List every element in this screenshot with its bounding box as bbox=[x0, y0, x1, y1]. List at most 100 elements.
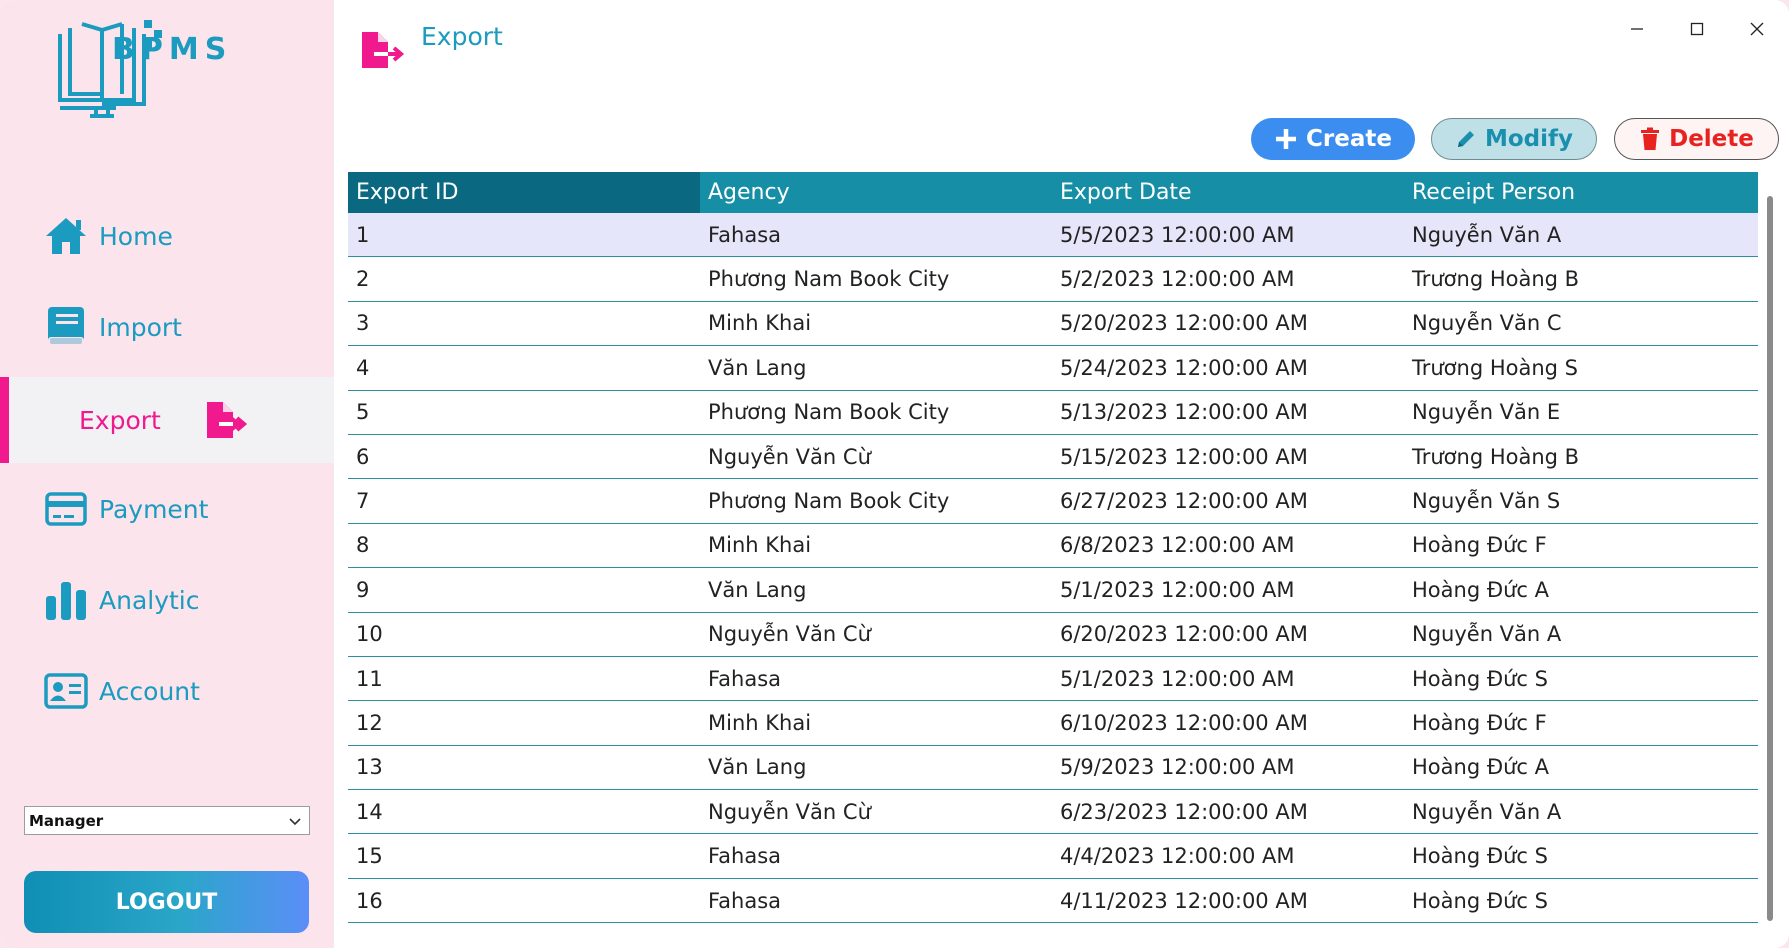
table-cell: Fahasa bbox=[708, 222, 782, 247]
table-row[interactable]: 5 Phương Nam Book City 5/13/2023 12:00:00 … bbox=[348, 391, 1758, 435]
table-scrollbar[interactable] bbox=[1764, 172, 1778, 922]
table-cell: Nguyễn Văn A bbox=[1412, 622, 1562, 647]
table-cell: 5/1/2023 12:00:00 AM bbox=[1060, 666, 1295, 691]
table-cell: 16 bbox=[356, 888, 383, 913]
table-row[interactable]: 13 Văn Lang 5/9/2023 12:00:00 AM Hoàng Đức … bbox=[348, 746, 1758, 791]
sidebar-item-label: Account bbox=[99, 676, 200, 706]
table-cell: 8 bbox=[356, 533, 370, 558]
table-row[interactable]: 1 Fahasa 5/5/2023 12:00:00 AM Nguyễn Văn A bbox=[348, 213, 1758, 258]
table-cell: Phương Nam Book City bbox=[708, 489, 950, 514]
table-row[interactable]: 12 Minh Khai 6/10/2023 12:00:00 AM Hoàng Đứ… bbox=[348, 701, 1758, 746]
table-cell: Văn Lang bbox=[708, 577, 807, 602]
table-row[interactable]: 9 Văn Lang 5/1/2023 12:00:00 AM Hoàng Đức A bbox=[348, 568, 1758, 613]
sidebar: BPMS Home Import Export Payment Analytic… bbox=[0, 0, 334, 948]
maximize-button[interactable] bbox=[1682, 14, 1712, 44]
logo-text: BPMS bbox=[112, 32, 233, 67]
trash-icon bbox=[1641, 127, 1660, 150]
export-icon bbox=[207, 402, 247, 438]
table-row[interactable]: 6 Nguyễn Văn Cừ 5/15/2023 12:00:00 AM Trươn… bbox=[348, 435, 1758, 480]
table-cell: 1 bbox=[356, 222, 370, 247]
table-cell: Minh Khai bbox=[708, 533, 812, 558]
table-cell: Nguyễn Văn A bbox=[1412, 222, 1562, 247]
table-cell: Nguyễn Văn S bbox=[1412, 489, 1561, 514]
table-header: Export ID Agency Export Date Receipt Per… bbox=[348, 172, 1758, 213]
table-cell: 7 bbox=[356, 489, 370, 514]
table-cell: Minh Khai bbox=[708, 710, 812, 735]
table-cell: Hoàng Đức A bbox=[1412, 577, 1549, 602]
table-cell: 5/20/2023 12:00:00 AM bbox=[1060, 311, 1308, 336]
bar-chart-icon bbox=[46, 582, 86, 620]
table-row[interactable]: 4 Văn Lang 5/24/2023 12:00:00 AM Trương Hoà… bbox=[348, 346, 1758, 391]
column-header-export-id[interactable]: Export ID bbox=[348, 172, 700, 213]
table-cell: 5/9/2023 12:00:00 AM bbox=[1060, 755, 1295, 780]
home-icon bbox=[46, 218, 86, 254]
table-cell: Hoàng Đức A bbox=[1412, 755, 1549, 780]
table-cell: Văn Lang bbox=[708, 355, 807, 380]
minimize-button[interactable] bbox=[1622, 14, 1652, 44]
table-cell: Nguyễn Văn A bbox=[1412, 799, 1562, 824]
table-cell: Nguyễn Văn Cừ bbox=[708, 622, 871, 647]
table-row[interactable]: 14 Nguyễn Văn Cừ 6/23/2023 12:00:00 AM Nguy… bbox=[348, 790, 1758, 835]
column-header-receipt-person[interactable]: Receipt Person bbox=[1404, 172, 1758, 213]
sidebar-item-export[interactable]: Export bbox=[0, 377, 334, 463]
close-icon bbox=[1750, 22, 1764, 36]
table-cell: Hoàng Đức F bbox=[1412, 710, 1547, 735]
column-header-export-date[interactable]: Export Date bbox=[1052, 172, 1404, 213]
table-row[interactable]: 11 Fahasa 5/1/2023 12:00:00 AM Hoàng Đức S bbox=[348, 657, 1758, 702]
table-cell: 6 bbox=[356, 444, 370, 469]
table-cell: 3 bbox=[356, 311, 370, 336]
table-cell: 6/23/2023 12:00:00 AM bbox=[1060, 799, 1308, 824]
plus-icon bbox=[1276, 129, 1297, 149]
table-row[interactable]: 8 Minh Khai 6/8/2023 12:00:00 AM Hoàng Đức … bbox=[348, 524, 1758, 569]
sidebar-item-home[interactable]: Home bbox=[0, 193, 334, 279]
table-body: 1 Fahasa 5/5/2023 12:00:00 AM Nguyễn Văn A 2… bbox=[348, 213, 1758, 924]
column-header-agency[interactable]: Agency bbox=[700, 172, 1052, 213]
table-cell: 12 bbox=[356, 710, 383, 735]
table-cell: 10 bbox=[356, 622, 383, 647]
table-row[interactable]: 3 Minh Khai 5/20/2023 12:00:00 AM Nguyễn Vă… bbox=[348, 302, 1758, 347]
table-cell: 5/13/2023 12:00:00 AM bbox=[1060, 400, 1308, 425]
table-cell: Văn Lang bbox=[708, 755, 807, 780]
table-row[interactable]: 16 Fahasa 4/11/2023 12:00:00 AM Hoàng Đức S bbox=[348, 879, 1758, 924]
sidebar-item-payment[interactable]: Payment bbox=[0, 466, 334, 552]
table-cell: Trương Hoàng S bbox=[1412, 355, 1579, 380]
maximize-icon bbox=[1690, 22, 1704, 36]
sidebar-item-import[interactable]: Import bbox=[0, 284, 334, 370]
table-cell: 5/1/2023 12:00:00 AM bbox=[1060, 577, 1295, 602]
table-cell: Hoàng Đức F bbox=[1412, 533, 1547, 558]
table-row[interactable]: 10 Nguyễn Văn Cừ 6/20/2023 12:00:00 AM Nguy… bbox=[348, 613, 1758, 657]
modify-button-label: Modify bbox=[1484, 126, 1574, 152]
id-card-icon bbox=[44, 673, 88, 709]
minimize-icon bbox=[1631, 28, 1643, 30]
role-select[interactable]: Manager bbox=[24, 806, 310, 835]
sidebar-item-account[interactable]: Account bbox=[0, 648, 334, 734]
table-cell: 13 bbox=[356, 755, 383, 780]
sidebar-item-label: Import bbox=[99, 312, 182, 342]
table-row[interactable]: 15 Fahasa 4/4/2023 12:00:00 AM Hoàng Đức S bbox=[348, 834, 1758, 879]
table-row[interactable]: 7 Phương Nam Book City 6/27/2023 12:00:00 … bbox=[348, 479, 1758, 524]
table-cell: 4/11/2023 12:00:00 AM bbox=[1060, 888, 1308, 913]
delete-button-label: Delete bbox=[1669, 126, 1754, 152]
logout-button[interactable]: LOGOUT bbox=[24, 871, 309, 933]
table-cell: Trương Hoàng B bbox=[1412, 267, 1580, 292]
table-cell: Fahasa bbox=[708, 666, 782, 691]
delete-button[interactable]: Delete bbox=[1614, 118, 1779, 160]
scrollbar-thumb[interactable] bbox=[1767, 196, 1773, 921]
modify-button[interactable]: Modify bbox=[1431, 118, 1597, 160]
table-row[interactable]: 2 Phương Nam Book City 5/2/2023 12:00:00 A… bbox=[348, 257, 1758, 302]
table-cell: 5 bbox=[356, 400, 370, 425]
table-cell: Hoàng Đức S bbox=[1412, 666, 1548, 691]
credit-card-icon bbox=[45, 492, 87, 526]
table-cell: 4 bbox=[356, 355, 370, 380]
table-cell: 14 bbox=[356, 799, 383, 824]
sidebar-item-label: Export bbox=[79, 405, 161, 435]
page-title: Export bbox=[421, 22, 503, 51]
create-button[interactable]: Create bbox=[1251, 118, 1415, 160]
sidebar-item-analytic[interactable]: Analytic bbox=[0, 557, 334, 643]
create-button-label: Create bbox=[1306, 126, 1392, 152]
table-cell: Hoàng Đức S bbox=[1412, 888, 1548, 913]
close-button[interactable] bbox=[1742, 14, 1772, 44]
table-cell: 6/8/2023 12:00:00 AM bbox=[1060, 533, 1295, 558]
table-cell: Trương Hoàng B bbox=[1412, 444, 1580, 469]
role-select-value: Manager bbox=[29, 811, 104, 830]
